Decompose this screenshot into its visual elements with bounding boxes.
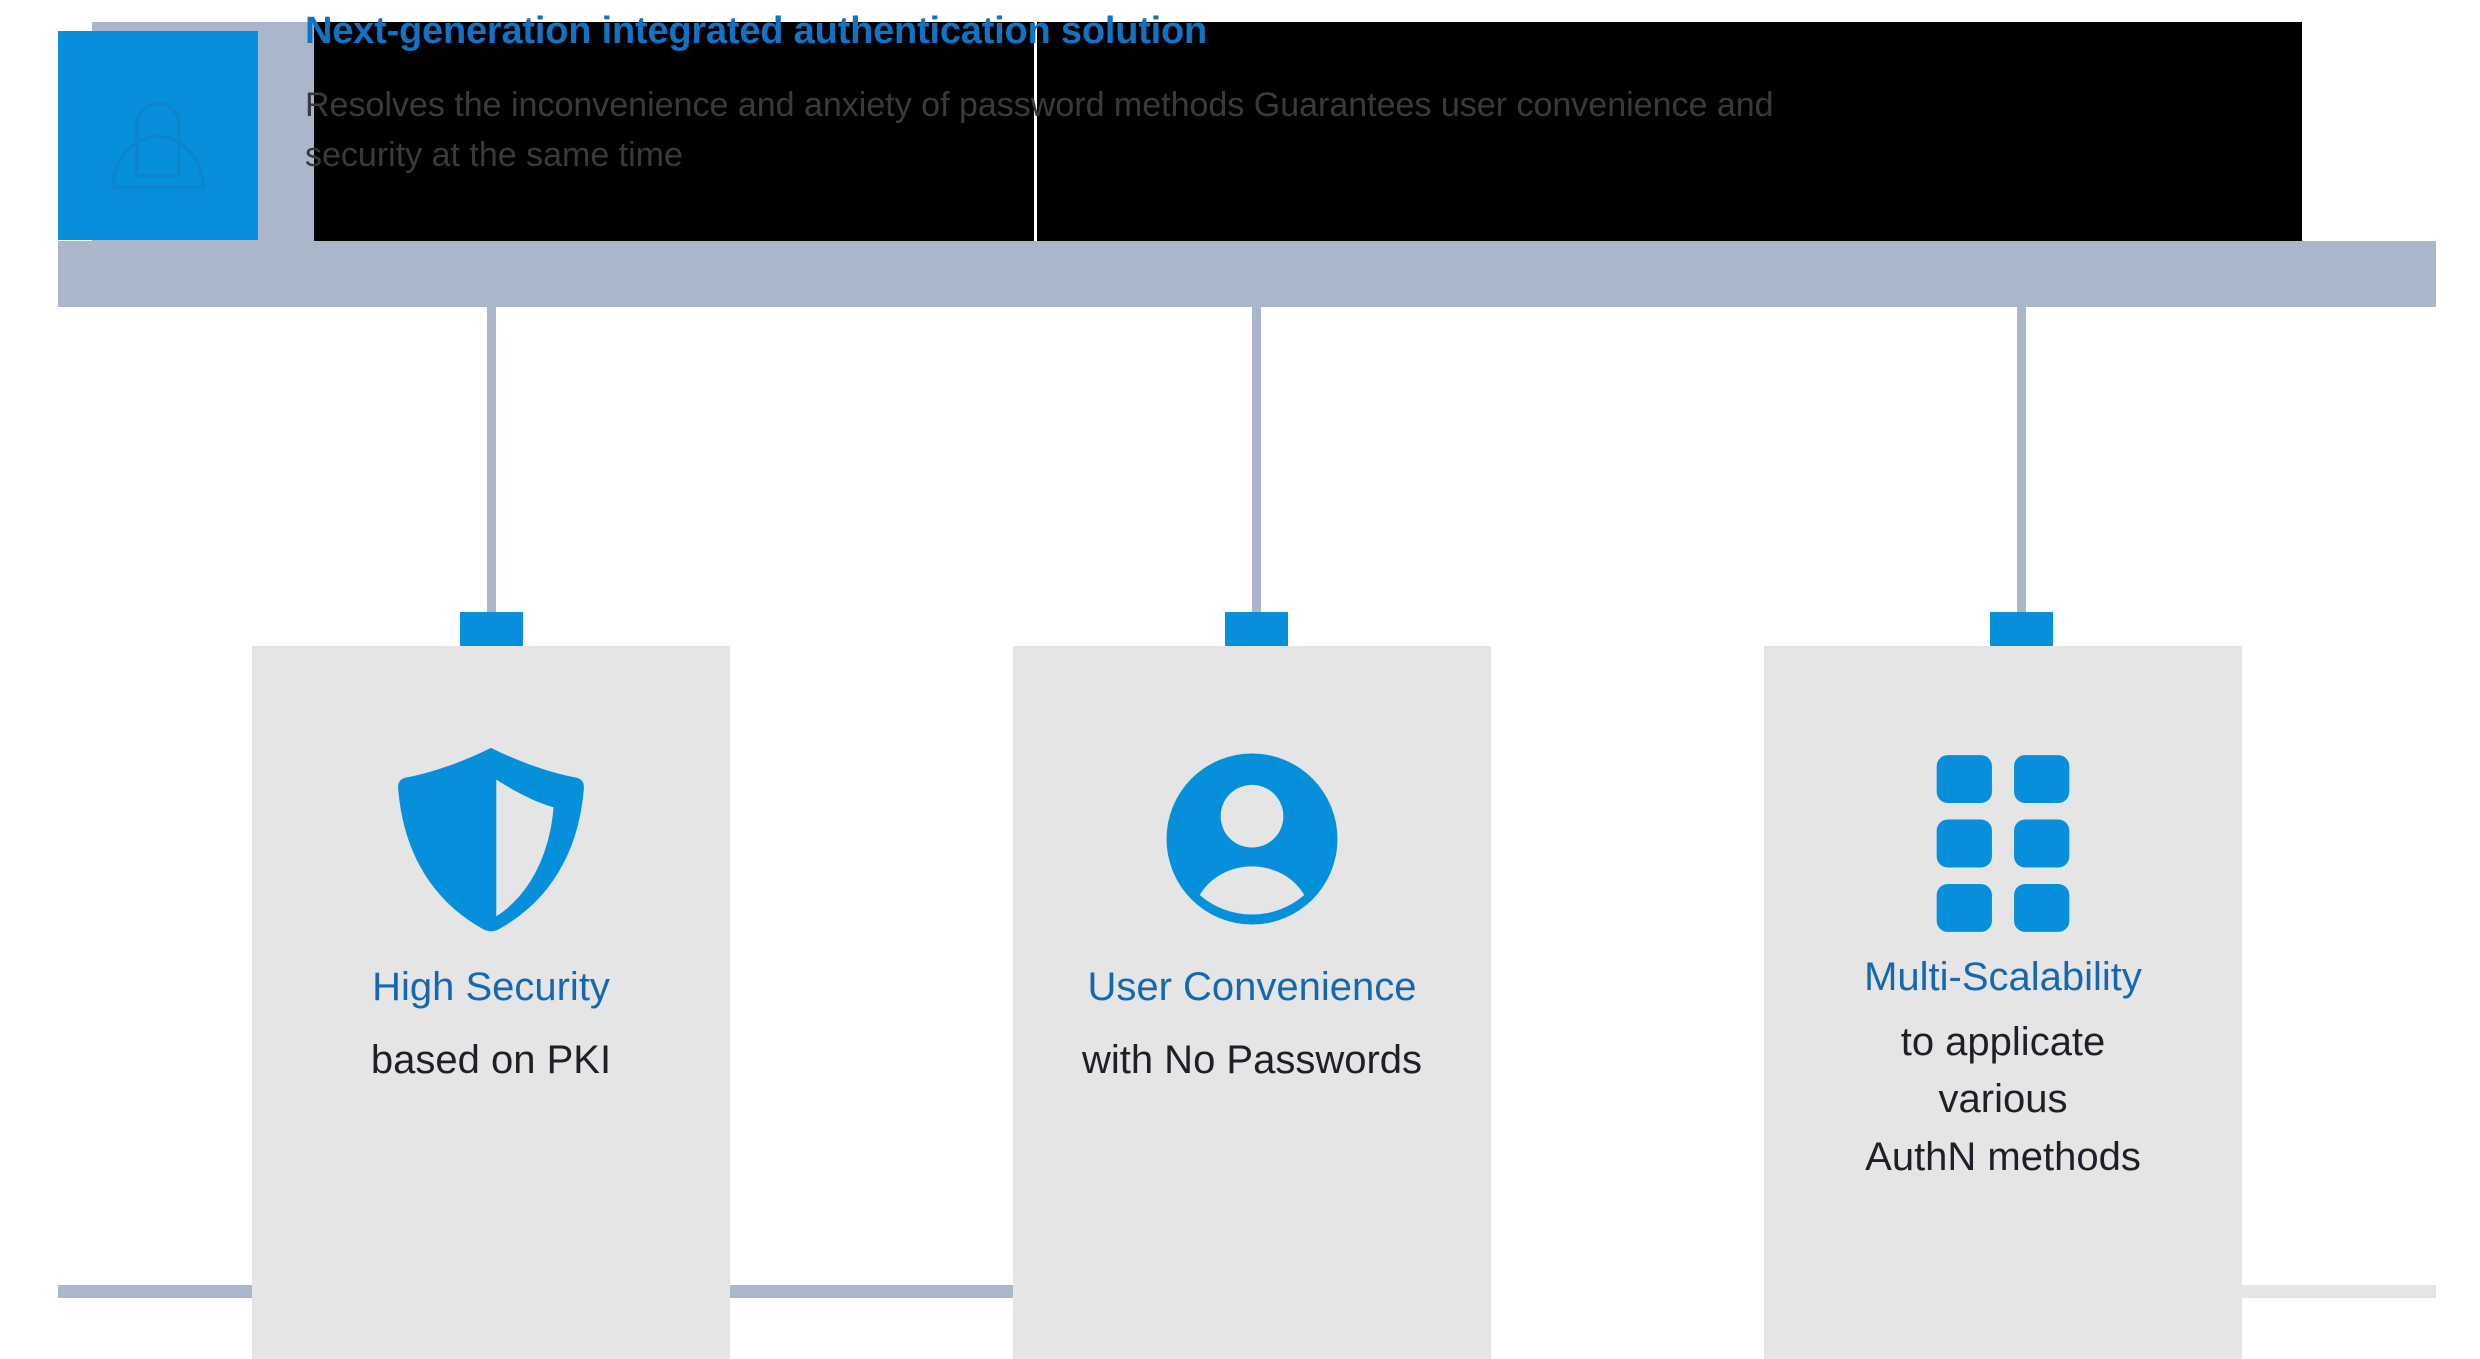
card-subtitle: to applicate various AuthN methods [1774, 1017, 2232, 1183]
header-band-lower-right [2080, 241, 2436, 307]
connector-line-1 [487, 307, 496, 615]
card-text-block: User Convenience with No Passwords [1013, 962, 1491, 1086]
feature-card-multi-scalability[interactable]: Multi-Scalability to applicate various A… [1764, 646, 2242, 1359]
connector-line-3 [2017, 307, 2026, 615]
baseline-rule-left [58, 1285, 254, 1298]
header-description-line1: Resolves the inconvenience and anxiety o… [305, 86, 1774, 124]
slide-canvas: Next-generation integrated authenticatio… [0, 0, 2480, 1359]
card-heading: User Convenience [1087, 965, 1417, 1009]
shield-icon [385, 734, 597, 944]
card-text-block: High Security based on PKI [252, 962, 730, 1086]
card-heading: High Security [372, 965, 610, 1009]
feature-card-high-security[interactable]: High Security based on PKI [252, 646, 730, 1359]
header-text-block: Next-generation integrated authenticatio… [305, 12, 2315, 181]
header-description-line2: security at the same time [305, 136, 683, 175]
card-subtitle: with No Passwords [1081, 1038, 1423, 1083]
lock-icon [83, 50, 233, 205]
card-text-block: Multi-Scalability to applicate various A… [1764, 952, 2242, 1183]
card-subtitle-line: various [1938, 1077, 2068, 1122]
connector-line-2 [1252, 307, 1261, 615]
card-subtitle-line: to applicate [1900, 1020, 2106, 1065]
grid-icon [1933, 738, 2073, 948]
card-heading: Multi-Scalability [1864, 955, 2142, 999]
card-subtitle-line: AuthN methods [1865, 1134, 2141, 1179]
user-icon [1157, 734, 1347, 944]
header-badge [58, 31, 258, 240]
feature-card-user-convenience[interactable]: User Convenience with No Passwords [1013, 646, 1491, 1359]
baseline-rule-right [2242, 1285, 2436, 1298]
page-title: Next-generation integrated authenticatio… [305, 10, 1208, 52]
baseline-rule-mid [727, 1285, 1017, 1298]
header-band-lower [58, 241, 2080, 307]
card-subtitle: based on PKI [370, 1038, 612, 1083]
